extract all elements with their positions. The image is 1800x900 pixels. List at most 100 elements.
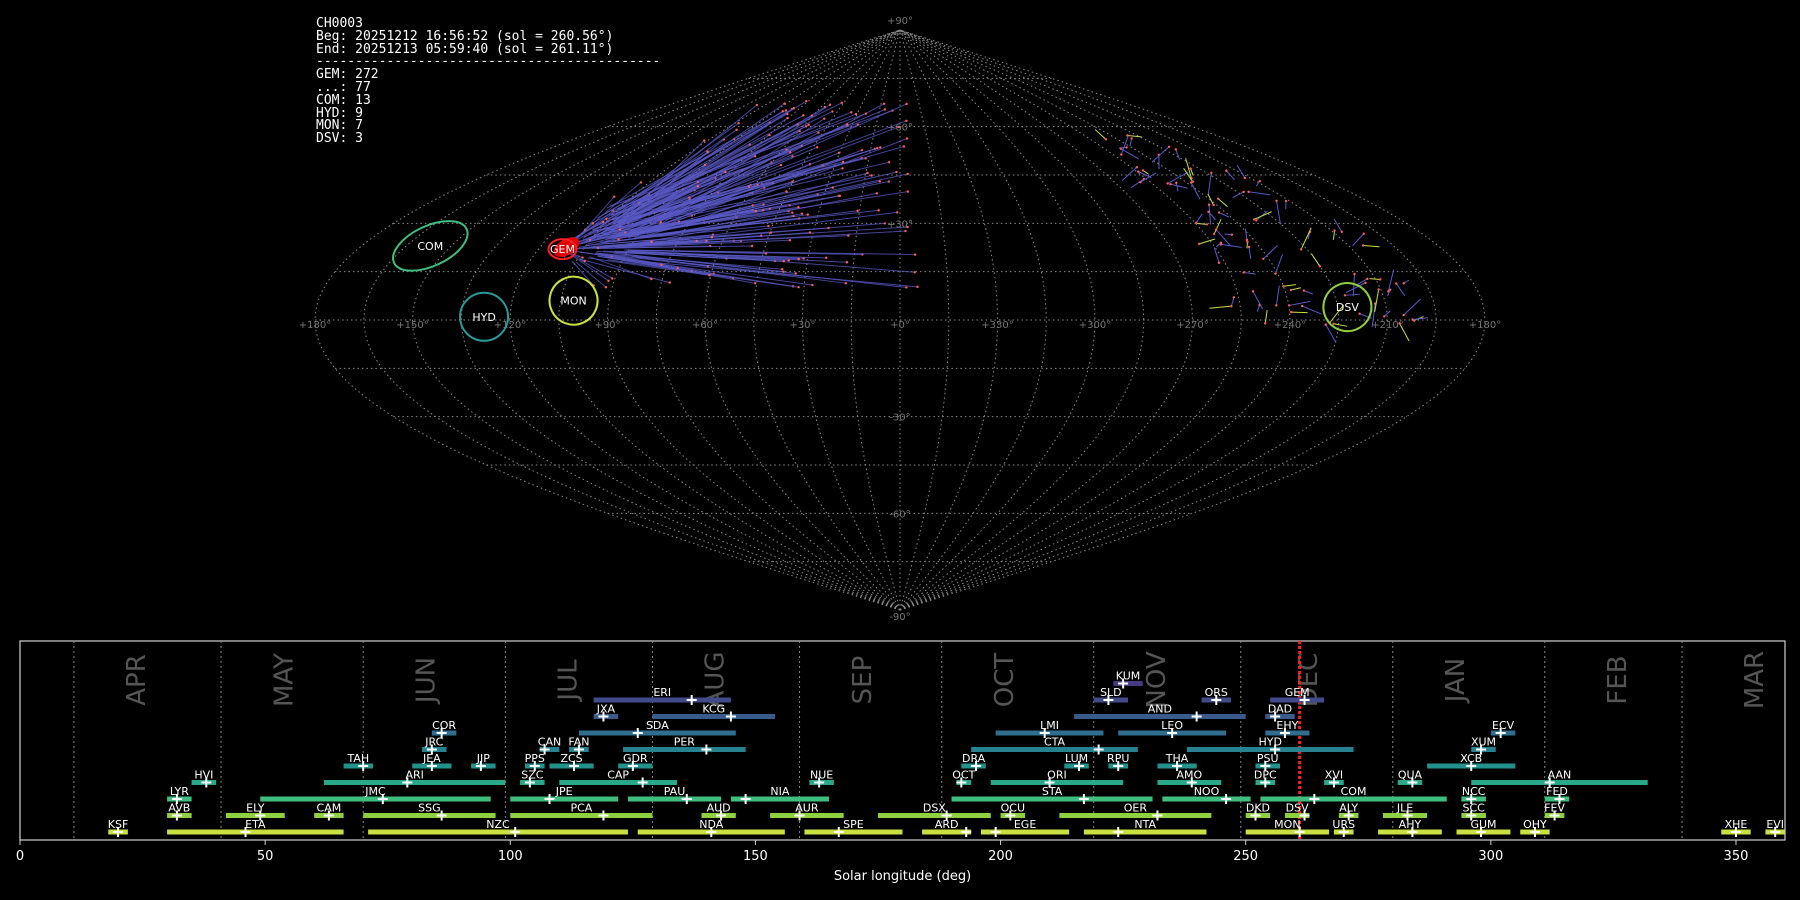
meteor-point [845,261,849,264]
meteor-point [804,125,808,128]
meteor-trail [1289,300,1311,306]
shower-label: NZC [486,818,510,831]
lon-tick-label: +90° [594,320,620,331]
meteor-point [1195,221,1198,224]
shower-label: THA [1165,752,1189,765]
x-tick-label: 100 [498,849,523,864]
meteor-point [1402,282,1405,285]
meteor-point [1242,190,1245,194]
meteor-point [823,117,826,120]
meteor-point [787,259,790,262]
shower-label: DAD [1268,703,1292,716]
meteor-point [779,163,783,167]
shower-label: DSX [923,802,946,815]
shower-label: GEM [1285,686,1310,699]
meteor-point [605,217,608,221]
meteor-point [846,123,849,126]
shower-label: DKD [1246,802,1270,815]
month-label: FEB [1603,655,1633,704]
meteor-trail [1333,323,1348,327]
shower-label: KUM [1116,670,1140,683]
lon-tick-label: +210° [1371,320,1403,331]
meteor-point [1217,261,1221,264]
x-tick-label: 250 [1233,849,1258,864]
shower-label: SPE [843,818,864,831]
meteor-trail [1120,148,1139,160]
meteor-trail [1395,283,1406,297]
lon-tick-label: +150° [396,320,428,331]
month-label: OCT [990,653,1020,708]
meteor-point [906,225,909,229]
shower-label: SLD [1100,686,1122,699]
meteor-point [1232,296,1236,299]
meteor-point [1289,288,1293,292]
meteor-point [783,102,786,105]
meteor-point [768,133,771,137]
shower-label: EVI [1766,818,1784,831]
shower-label: FAN [568,736,589,749]
meteor-trail [1207,172,1212,196]
shower-label: TAH [346,752,369,765]
shower-label: LYR [170,785,189,798]
shower-label: NTA [1134,818,1156,831]
meteor-trail [1291,311,1308,314]
lat-tick-label: +30° [887,219,913,230]
shower-label: SZC [521,769,544,782]
meteor-trail [1175,182,1179,192]
shower-label: COM [1341,785,1367,798]
meteor-point [650,240,653,243]
lon-tick-label: +240° [1274,320,1306,331]
shower-label: XVI [1325,769,1343,782]
meteor-point [1120,153,1123,156]
meteor-point [639,181,643,184]
meteor-point [591,222,595,225]
meteor-point [815,146,819,149]
meteor-point [1411,318,1414,321]
meteor-point [850,111,853,114]
meteor-point [789,151,792,154]
meteor-point [895,170,898,174]
meteor-trail [1151,146,1170,163]
meteor-point [797,205,800,209]
meteor-point [1166,182,1169,185]
meteor-trail [1207,193,1214,206]
meteor-point [660,263,663,266]
meteor-point [1289,310,1293,314]
shower-label: DSV [1286,802,1309,815]
meteor-point [767,224,770,228]
meteor-point [753,282,757,285]
meteor-point [751,204,754,207]
radiant-label: GEM [550,243,575,256]
lon-tick-label: +60° [692,320,718,331]
meteor-point [1126,134,1129,137]
meteor-point [1212,203,1215,207]
meteor-point [1324,323,1328,326]
meteor-point [887,180,891,183]
meteor-trail [1332,230,1336,240]
meteor-point [1167,145,1171,148]
meteor-point [781,267,784,271]
meteor-point [786,116,789,120]
meteor-trail [1232,191,1244,198]
shower-label: EHY [1276,719,1298,732]
meteor-trail [1243,271,1256,275]
meteor-point [1262,257,1265,260]
shower-label: SCC [1463,802,1486,815]
meteor-trail [1275,285,1280,306]
meteor-point [837,151,841,154]
month-label: JUL [554,659,584,703]
meteor-point [747,185,751,188]
shower-label: AHY [1399,818,1422,831]
shower-label: RPU [1107,752,1129,765]
meteor-trail [1215,229,1232,247]
meteor-trail [1275,254,1283,274]
shower-label: XCB [1460,752,1482,765]
meteor-trail [571,260,594,286]
meteor-point [1230,304,1233,308]
meteor-trail [651,104,831,225]
meteor-point [1264,322,1267,325]
meteor-point [1300,304,1304,308]
meteor-point [913,253,917,256]
lat-tick-label: +60° [887,123,913,134]
meteor-point [897,125,900,129]
